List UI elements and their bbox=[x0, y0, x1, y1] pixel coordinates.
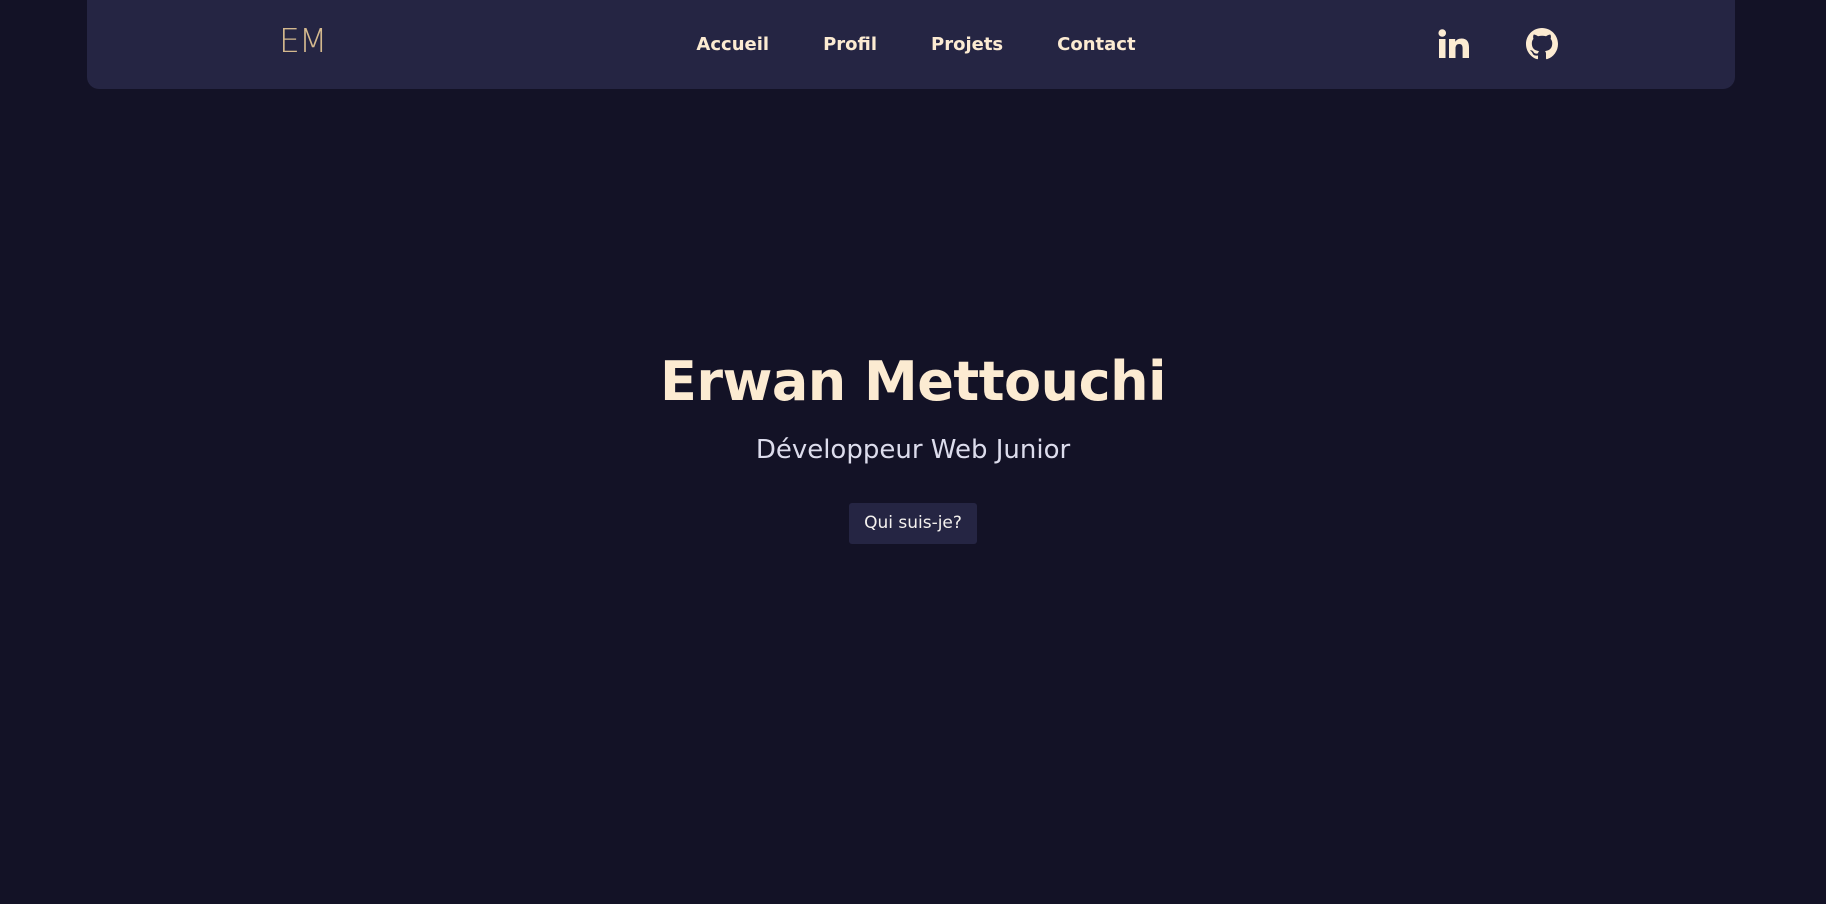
nav-link-projets[interactable]: Projets bbox=[931, 33, 1003, 57]
about-me-button[interactable]: Qui suis-je? bbox=[849, 503, 977, 544]
github-icon bbox=[1526, 28, 1558, 60]
navbar: EM Accueil Profil Projets Contact bbox=[87, 0, 1735, 89]
linkedin-link[interactable] bbox=[1436, 26, 1472, 62]
hero-name: Erwan Mettouchi bbox=[659, 350, 1167, 413]
nav-link-contact[interactable]: Contact bbox=[1057, 33, 1135, 57]
nav-link-accueil[interactable]: Accueil bbox=[696, 33, 769, 57]
hero-section: Erwan Mettouchi Développeur Web Junior Q… bbox=[0, 345, 1826, 544]
github-link[interactable] bbox=[1524, 26, 1560, 62]
social-links bbox=[1436, 26, 1560, 62]
page: EM Accueil Profil Projets Contact Erwan … bbox=[0, 0, 1826, 904]
linkedin-icon bbox=[1438, 29, 1469, 58]
hero-role: Développeur Web Junior bbox=[755, 435, 1071, 465]
nav-link-profil[interactable]: Profil bbox=[823, 33, 877, 57]
